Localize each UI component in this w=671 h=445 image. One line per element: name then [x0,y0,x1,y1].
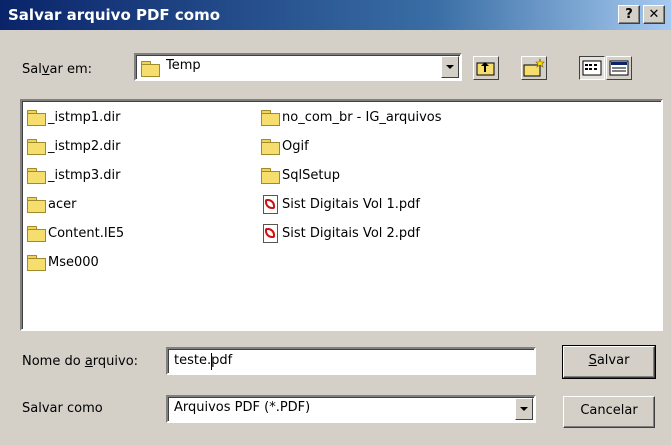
folder-icon [260,108,280,126]
list-item[interactable]: Mse000 [26,251,99,273]
save-in-dropdown[interactable]: Temp [134,53,462,81]
create-new-folder-icon [523,58,545,77]
list-item[interactable]: SqlSetup [260,164,340,186]
list-item[interactable]: _istmp1.dir [26,106,121,128]
list-item[interactable]: acer [26,193,76,215]
folder-icon [26,195,46,213]
details-view-button[interactable] [606,56,632,80]
list-view-button[interactable] [579,56,605,80]
list-item[interactable]: Sist Digitais Vol 1.pdf [260,193,420,215]
list-item[interactable]: Sist Digitais Vol 2.pdf [260,222,420,244]
file-list[interactable]: _istmp1.dir _istmp2.dir _istmp3.dir acer… [20,99,663,331]
folder-icon [26,224,46,242]
folder-icon [140,59,160,77]
folder-icon [26,137,46,155]
chevron-down-icon[interactable] [515,398,533,420]
text-cursor [211,353,212,370]
save-in-label: Salvar em: [22,62,93,77]
close-button[interactable]: ✕ [643,5,665,24]
list-item[interactable]: Ogif [260,135,309,157]
save-as-type-value: Arquivos PDF (*.PDF) [174,400,311,415]
folder-icon [260,166,280,184]
folder-icon [26,166,46,184]
help-button[interactable]: ? [618,5,640,24]
new-folder-button[interactable] [521,56,547,80]
chevron-down-icon[interactable] [441,56,459,78]
title-bar: Salvar arquivo PDF como ? ✕ [0,0,671,30]
up-one-level-icon [476,62,495,76]
pdf-file-icon [260,195,280,214]
save-as-type-label: Salvar como [22,401,103,416]
folder-icon [26,253,46,271]
save-button[interactable]: Salvar [562,345,656,379]
save-in-value: Temp [166,58,201,73]
save-as-type-dropdown[interactable]: Arquivos PDF (*.PDF) [166,395,536,423]
filename-label: Nome do arquivo: [22,354,139,369]
list-view-icon [582,60,602,76]
pdf-file-icon [260,224,280,243]
up-one-level-button[interactable] [473,56,499,80]
window-title: Salvar arquivo PDF como [8,6,221,24]
list-item[interactable]: no_com_br - IG_arquivos [260,106,442,128]
filename-input[interactable]: teste.pdf [166,347,536,375]
folder-icon [260,137,280,155]
list-item[interactable]: _istmp2.dir [26,135,121,157]
cancel-button[interactable]: Cancelar [563,396,655,428]
list-item[interactable]: Content.IE5 [26,222,124,244]
list-item[interactable]: _istmp3.dir [26,164,121,186]
details-view-icon [609,60,629,76]
folder-icon [26,108,46,126]
